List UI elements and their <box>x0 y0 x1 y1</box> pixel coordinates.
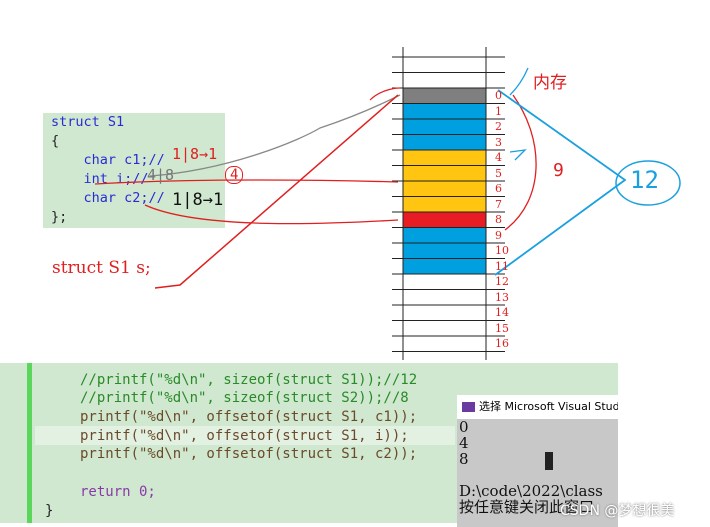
memory-offset-label: 10 <box>495 244 509 257</box>
memory-offset-label: 5 <box>495 166 502 180</box>
c2-note: 1|8→1 <box>172 190 224 210</box>
memory-offset-label: 6 <box>495 182 502 195</box>
memory-cell-padding <box>403 227 486 274</box>
memory-cell-c1 <box>403 88 486 104</box>
memory-offset-label: 4 <box>495 151 502 164</box>
i-arrow <box>94 179 399 185</box>
memory-offset-label: 1 <box>495 104 502 118</box>
total-bracket <box>494 89 627 276</box>
i-circled-note: 4 <box>225 166 244 184</box>
memory-offset-label: 3 <box>495 135 502 149</box>
c1-note: 1|8→1 <box>172 145 218 163</box>
memory-offset-label: 16 <box>495 337 509 350</box>
memory-pointer <box>509 67 529 96</box>
memory-offset-label: 13 <box>495 290 509 304</box>
c1-arrow <box>149 94 401 177</box>
memory-offset-label: 9 <box>495 228 502 242</box>
memory-offset-label: 0 <box>495 89 502 102</box>
memory-offset-label: 7 <box>495 197 502 211</box>
memory-cell-padding <box>403 103 486 150</box>
memory-offset-label: 15 <box>495 321 509 335</box>
nine-brace <box>504 94 537 231</box>
memory-cell-c2 <box>403 212 486 228</box>
nine-note: 9 <box>553 160 564 181</box>
memory-offset-label: 8 <box>495 213 502 226</box>
i-note: 4|8 <box>147 166 175 184</box>
declaration-annotation: struct S1 s; <box>52 258 151 278</box>
total-size-note: 12 <box>630 166 659 194</box>
memory-offset-label: 14 <box>495 306 509 319</box>
memory-offset-label: 2 <box>495 120 502 133</box>
memory-offset-label: 12 <box>495 275 509 288</box>
memory-offset-label: 11 <box>495 259 509 273</box>
memory-label: 内存 <box>533 73 567 93</box>
arrow-head <box>369 87 401 101</box>
check-mark <box>509 149 527 161</box>
